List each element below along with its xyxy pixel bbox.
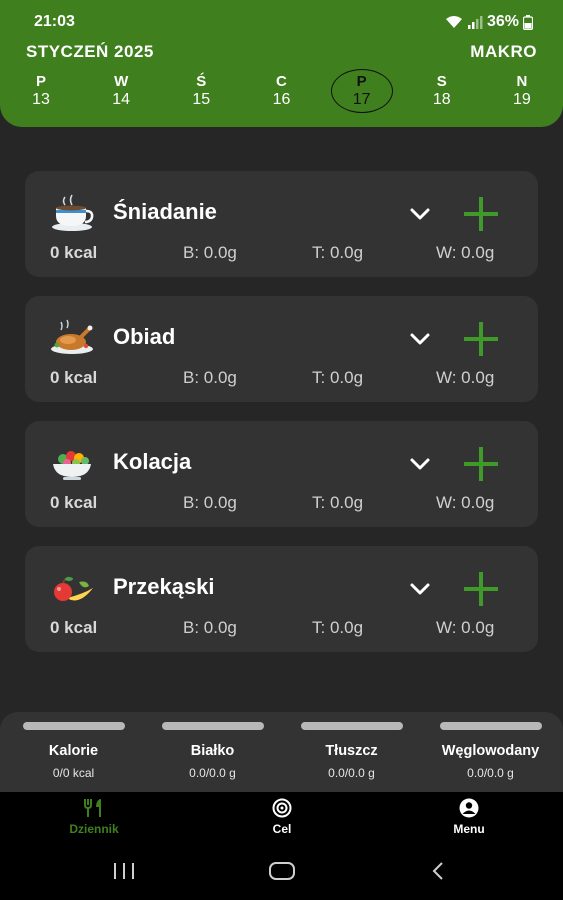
nav-label: Menu (453, 822, 485, 836)
summary-label: Tłuszcz (325, 743, 378, 759)
chevron-down-icon[interactable] (407, 326, 433, 352)
macro-button[interactable]: MAKRO (470, 42, 537, 62)
meal-carbs: W: 0.0g (436, 618, 495, 637)
summary-fat: Tłuszcz 0.0/0.0 g (289, 722, 414, 780)
meal-card-lunch[interactable]: Obiad 0 kcal B: 0.0g T: 0.0g W: 0.0g (25, 296, 538, 402)
status-time: 21:03 (34, 13, 75, 30)
fork-knife-icon (84, 799, 101, 817)
nav-menu[interactable]: Menu (419, 798, 519, 836)
target-icon (272, 798, 292, 818)
summary-value: 0.0/0.0 g (467, 766, 514, 780)
week-day-picker: P 13 W 14 Ś 15 C 16 P 17 S 18 N 19 (16, 73, 547, 109)
meal-card-snacks[interactable]: Przekąski 0 kcal B: 0.0g T: 0.0g W: 0.0g (25, 546, 538, 652)
day-17-selected[interactable]: P 17 (337, 73, 387, 109)
meal-kcal: 0 kcal (50, 243, 98, 262)
day-13[interactable]: P 13 (16, 73, 66, 109)
protein-progress-bar (161, 722, 264, 730)
top-header: 21:03 36% STYCZEŃ 2025 MAKRO P 13 W 14 Ś… (0, 0, 563, 127)
meal-protein: B: 0.0g (183, 368, 237, 387)
summary-label: Węglowodany (441, 743, 540, 759)
chevron-down-icon[interactable] (407, 451, 433, 477)
meal-carbs: W: 0.0g (436, 368, 495, 387)
battery-icon (523, 14, 533, 30)
summary-value: 0/0 kcal (52, 766, 95, 780)
summary-value: 0.0/0.0 g (189, 766, 236, 780)
month-row: STYCZEŃ 2025 MAKRO (26, 42, 537, 62)
meal-kcal: 0 kcal (50, 618, 98, 637)
meal-fat: T: 0.0g (312, 243, 364, 262)
add-food-button[interactable] (461, 569, 501, 609)
nav-goal[interactable]: Cel (232, 798, 332, 836)
meal-carbs: W: 0.0g (436, 493, 495, 512)
back-icon[interactable] (428, 861, 448, 881)
day-16[interactable]: C 16 (256, 73, 306, 109)
meal-title: Śniadanie (113, 199, 217, 224)
day-18[interactable]: S 18 (417, 73, 467, 109)
recent-apps-icon[interactable] (112, 861, 136, 881)
day-19[interactable]: N 19 (497, 73, 547, 109)
add-food-button[interactable] (461, 319, 501, 359)
meal-title: Obiad (113, 324, 176, 349)
roast-chicken-icon (51, 319, 93, 354)
chevron-down-icon[interactable] (407, 201, 433, 227)
home-icon[interactable] (268, 861, 296, 881)
nav-label: Cel (272, 822, 292, 836)
add-food-button[interactable] (461, 194, 501, 234)
add-food-button[interactable] (461, 444, 501, 484)
day-15[interactable]: Ś 15 (176, 73, 226, 109)
fat-progress-bar (300, 722, 403, 730)
meal-fat: T: 0.0g (312, 368, 364, 387)
summary-label: Kalorie (48, 743, 99, 759)
meal-kcal: 0 kcal (50, 368, 98, 387)
summary-carbs: Węglowodany 0.0/0.0 g (428, 722, 553, 780)
carbs-progress-bar (439, 722, 542, 730)
nav-journal[interactable]: Dziennik (44, 798, 144, 836)
meal-carbs: W: 0.0g (436, 243, 495, 262)
meal-title: Przekąski (113, 574, 215, 599)
daily-summary: Kalorie 0/0 kcal Białko 0.0/0.0 g Tłuszc… (0, 712, 563, 792)
signal-icon (467, 16, 483, 29)
meal-fat: T: 0.0g (312, 493, 364, 512)
coffee-cup-icon (52, 194, 94, 231)
system-navigation-bar (0, 845, 563, 900)
status-icons: 36% (445, 13, 533, 31)
meal-title: Kolacja (113, 449, 192, 474)
meal-kcal: 0 kcal (50, 493, 98, 512)
chevron-down-icon[interactable] (407, 576, 433, 602)
meal-protein: B: 0.0g (183, 243, 237, 262)
summary-label: Białko (190, 743, 235, 759)
meal-fat: T: 0.0g (312, 618, 364, 637)
meal-protein: B: 0.0g (183, 493, 237, 512)
salad-bowl-icon (53, 451, 91, 480)
status-bar: 21:03 36% (34, 12, 533, 32)
calories-progress-bar (22, 722, 125, 730)
nav-label: Dziennik (69, 822, 119, 836)
wifi-icon (445, 16, 462, 28)
fruit-icon (54, 576, 93, 601)
account-circle-icon (459, 798, 479, 818)
meal-card-breakfast[interactable]: Śniadanie 0 kcal B: 0.0g T: 0.0g W: 0.0g (25, 171, 538, 277)
summary-calories: Kalorie 0/0 kcal (11, 722, 136, 780)
summary-protein: Białko 0.0/0.0 g (150, 722, 275, 780)
month-title[interactable]: STYCZEŃ 2025 (26, 42, 154, 62)
meal-list: Śniadanie 0 kcal B: 0.0g T: 0.0g W: 0.0g… (25, 171, 538, 671)
meal-card-dinner[interactable]: Kolacja 0 kcal B: 0.0g T: 0.0g W: 0.0g (25, 421, 538, 527)
meal-protein: B: 0.0g (183, 618, 237, 637)
battery-percent: 36% (486, 13, 519, 30)
day-14[interactable]: W 14 (96, 73, 146, 109)
bottom-navigation: Dziennik Cel Menu (0, 792, 563, 845)
summary-value: 0.0/0.0 g (328, 766, 375, 780)
